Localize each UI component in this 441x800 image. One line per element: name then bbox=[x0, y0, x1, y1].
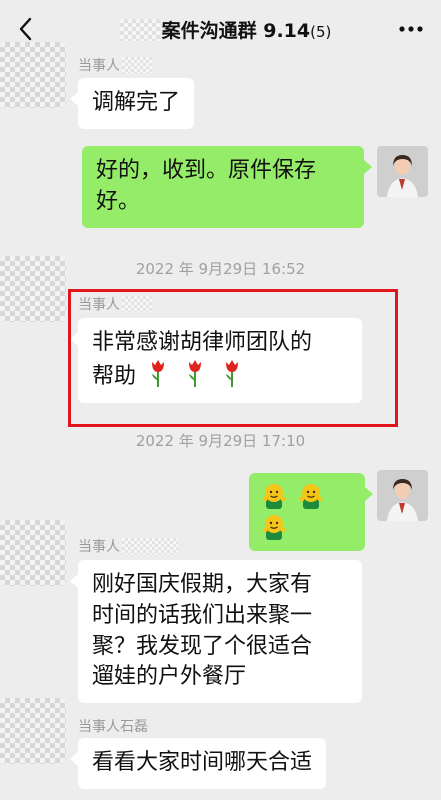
message-bubble[interactable] bbox=[249, 473, 373, 551]
timestamp: 2022 年 9月29日 16:52 bbox=[135, 260, 306, 278]
avatar[interactable] bbox=[0, 42, 66, 108]
message-bubble[interactable]: 刚好国庆假期，大家有 时间的话我们出来聚一 聚？我发现了个很适合 遛娃的户外餐厅 bbox=[70, 560, 362, 704]
avatar bbox=[377, 470, 428, 521]
avatar[interactable] bbox=[0, 520, 66, 586]
message-text: 刚好国庆假期，大家有 bbox=[92, 572, 313, 597]
message-text: 时间的话我们出来聚一 bbox=[92, 602, 313, 628]
more-button[interactable] bbox=[395, 18, 427, 40]
message-text: 调解完了 bbox=[92, 90, 181, 115]
avatar[interactable] bbox=[377, 470, 428, 521]
sender-name: 当事人 bbox=[78, 536, 178, 556]
sender-name: 当事人 bbox=[78, 55, 152, 75]
message-text: 看看大家时间哪天合适 bbox=[92, 750, 313, 775]
avatar[interactable] bbox=[0, 698, 66, 764]
message-text: 好的，收到。原件保存 bbox=[96, 158, 317, 183]
sender-name: 当事人石磊 bbox=[78, 719, 148, 735]
message-text: 聚？我发现了个很适合 bbox=[92, 633, 313, 659]
redaction-mask bbox=[119, 19, 160, 41]
smiley-emoji-icon bbox=[262, 484, 286, 509]
redaction-mask bbox=[122, 538, 178, 554]
chat-title: 案件沟通群 9.14 bbox=[161, 20, 311, 42]
message-list[interactable]: 当事人 调解完了 好的，收到。原件保存 好。 2022 年 9月29日 16:5… bbox=[0, 42, 441, 800]
timestamp: 2022 年 9月29日 17:10 bbox=[135, 432, 306, 450]
smiley-emoji-icon bbox=[299, 484, 323, 509]
avatar[interactable] bbox=[377, 146, 428, 197]
avatar bbox=[377, 146, 428, 197]
smiley-emoji-icon bbox=[262, 514, 286, 540]
member-count: (5) bbox=[310, 23, 332, 41]
message-text: 好。 bbox=[96, 188, 141, 214]
highlight-box bbox=[68, 289, 398, 427]
message-text: 遛娃的户外餐厅 bbox=[92, 664, 247, 690]
message-bubble[interactable]: 调解完了 bbox=[69, 78, 195, 129]
chevron-left-icon bbox=[19, 17, 32, 41]
message-bubble[interactable]: 看看大家时间哪天合适 bbox=[69, 738, 327, 789]
chat-header: 案件沟通群 9.14 (5) bbox=[0, 0, 441, 58]
chat-title-area: 案件沟通群 9.14 (5) bbox=[119, 15, 332, 43]
more-dots-icon bbox=[399, 26, 423, 32]
message-bubble[interactable]: 好的，收到。原件保存 好。 bbox=[82, 146, 372, 228]
avatar[interactable] bbox=[0, 256, 66, 322]
redaction-mask bbox=[122, 57, 152, 73]
back-button[interactable] bbox=[12, 16, 38, 42]
